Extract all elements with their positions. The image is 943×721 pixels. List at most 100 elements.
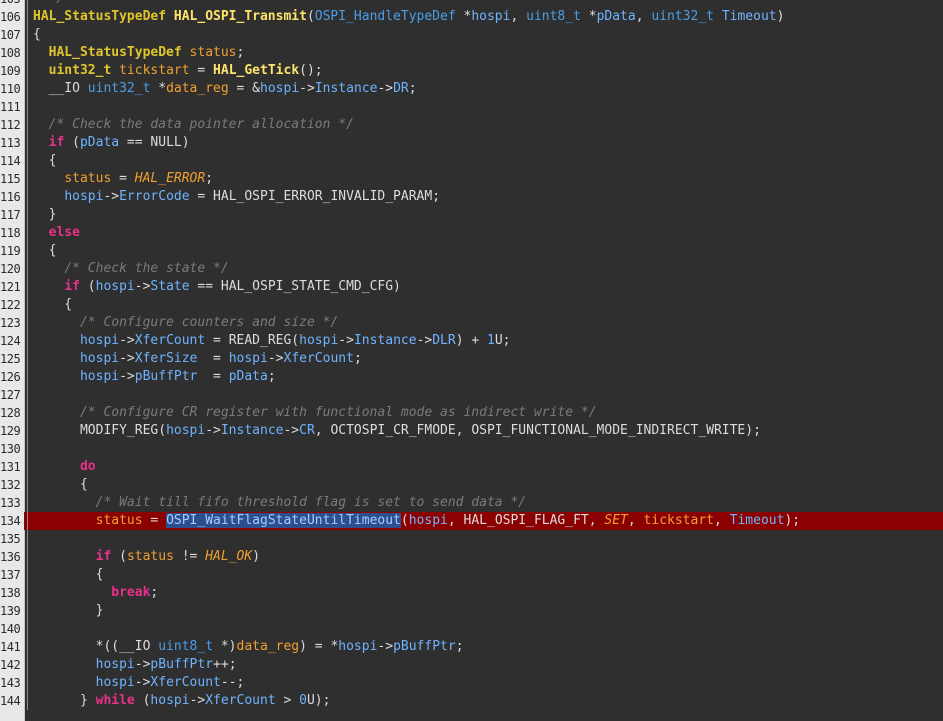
line-text: hospi->ErrorCode = HAL_OSPI_ERROR_INVALI… [33,188,440,206]
line-text: else [33,224,80,242]
code-token: hospi [95,279,135,294]
code-line[interactable]: 121 if (hospi->State == HAL_OSPI_STATE_C… [0,278,943,296]
code-token: /* Check the data pointer allocation */ [48,117,354,132]
code-line[interactable]: 140 [0,620,943,638]
code-line[interactable]: 129 MODIFY_REG(hospi->Instance->CR, OCTO… [0,422,943,440]
code-line[interactable]: 110 __IO uint32_t *data_reg = &hospi->In… [0,80,943,98]
code-line[interactable]: 136 if (status != HAL_OK) [0,548,943,566]
line-number: 121 [0,278,24,296]
code-line[interactable]: 113 if (pData == NULL) [0,134,943,152]
code-line[interactable]: 124 hospi->XferCount = READ_REG(hospi->I… [0,332,943,350]
code-token: if [48,135,65,150]
code-line[interactable]: 127 [0,386,943,404]
code-line[interactable]: 109 uint32_t tickstart = HAL_GetTick(); [0,62,943,80]
code-line[interactable]: 108 HAL_StatusTypeDef status; [0,44,943,62]
current-line[interactable]: 134 status = OSPI_WaitFlagStateUntilTime… [0,512,943,530]
code-token: HAL_ERROR [134,171,206,186]
code-line[interactable]: 122 { [0,296,943,314]
code-area[interactable]: 105 */106HAL_StatusTypeDef HAL_OSPI_Tran… [0,0,943,721]
code-line[interactable]: 143 hospi->XferCount--; [0,674,943,692]
fold-guide [25,602,31,620]
code-token: -> [134,657,151,672]
code-token: pBuffPtr [134,369,198,384]
code-line[interactable]: 130 [0,440,943,458]
code-token: * [455,9,472,24]
code-token: -> [416,333,433,348]
line-number: 113 [0,134,24,152]
code-line[interactable]: 125 hospi->XferSize = hospi->XferCount; [0,350,943,368]
code-line[interactable]: 112 /* Check the data pointer allocation… [0,116,943,134]
fold-guide [25,134,31,152]
code-token: hospi [79,369,120,384]
code-line[interactable]: 131 do [0,458,943,476]
code-token: hospi [150,693,190,708]
code-line[interactable]: 106 HAL_StatusTypeDef HAL_OSPI_Transmit(O… [0,8,943,26]
code-line[interactable]: 118 else [0,224,943,242]
line-number: 129 [0,422,24,440]
line-number: 114 [0,152,24,170]
code-line[interactable]: 138 break; [0,584,943,602]
code-line[interactable]: 111 [0,98,943,116]
line-text: MODIFY_REG(hospi->Instance->CR, OCTOSPI_… [33,422,761,440]
line-text: { [33,296,72,314]
code-line[interactable]: 123 /* Configure counters and size */ [0,314,943,332]
code-line[interactable]: 135 [0,530,943,548]
code-token: ; [267,369,276,384]
code-line[interactable]: 128 /* Configure CR register with functi… [0,404,943,422]
code-token: -> [299,81,315,96]
code-line[interactable]: 137 { [0,566,943,584]
line-text: __IO uint32_t *data_reg = &hospi->Instan… [33,80,417,98]
line-number: 112 [0,116,24,134]
code-line[interactable]: 119 { [0,242,943,260]
code-token: HAL_StatusTypeDef [33,9,167,24]
code-editor[interactable]: 105 */106HAL_StatusTypeDef HAL_OSPI_Tran… [0,0,943,721]
code-line[interactable]: 142 hospi->pBuffPtr++; [0,656,943,674]
code-token: ) = * [299,639,339,654]
code-line[interactable]: 117 } [0,206,943,224]
fold-guide [25,530,31,548]
line-number: 123 [0,314,24,332]
code-token: ) + [455,333,488,348]
code-line[interactable]: 132 { [0,476,943,494]
selected-token: OSPI_WaitFlagStateUntilTimeout [166,513,401,528]
line-text: if (pData == NULL) [33,134,190,152]
code-line[interactable]: 126 hospi->pBuffPtr = pData; [0,368,943,386]
line-text: */ [33,0,65,8]
code-token: = [111,171,135,186]
code-token: -> [377,81,394,96]
code-line[interactable]: 139 } [0,602,943,620]
code-line[interactable]: 116 hospi->ErrorCode = HAL_OSPI_ERROR_IN… [0,188,943,206]
fold-guide [25,512,31,530]
code-line[interactable]: 144 } while (hospi->XferCount > 0U); [0,692,943,710]
line-number: 115 [0,170,24,188]
line-number: 141 [0,638,24,656]
code-token: = & [228,81,261,96]
code-token: Instance [353,333,417,348]
code-line[interactable]: 105 */ [0,0,943,8]
code-token: if [95,549,112,564]
line-number: 128 [0,404,24,422]
code-line[interactable]: 133 /* Wait till fifo threshold flag is … [0,494,943,512]
line-number: 139 [0,602,24,620]
code-token: HAL_GetTick [213,63,300,78]
code-line[interactable]: 115 status = HAL_ERROR; [0,170,943,188]
code-line[interactable]: 120 /* Check the state */ [0,260,943,278]
fold-guide [25,170,31,188]
fold-guide [25,638,31,656]
code-token: ( [306,9,315,24]
code-token: ) [776,9,785,24]
fold-guide [25,566,31,584]
code-token: 0 [299,693,307,708]
code-line[interactable]: 141 *((__IO uint8_t *)data_reg) = *hospi… [0,638,943,656]
code-line[interactable]: 107 { [0,26,943,44]
code-token: DLR [432,333,456,348]
code-token: if [64,279,80,294]
code-line[interactable]: 114 { [0,152,943,170]
